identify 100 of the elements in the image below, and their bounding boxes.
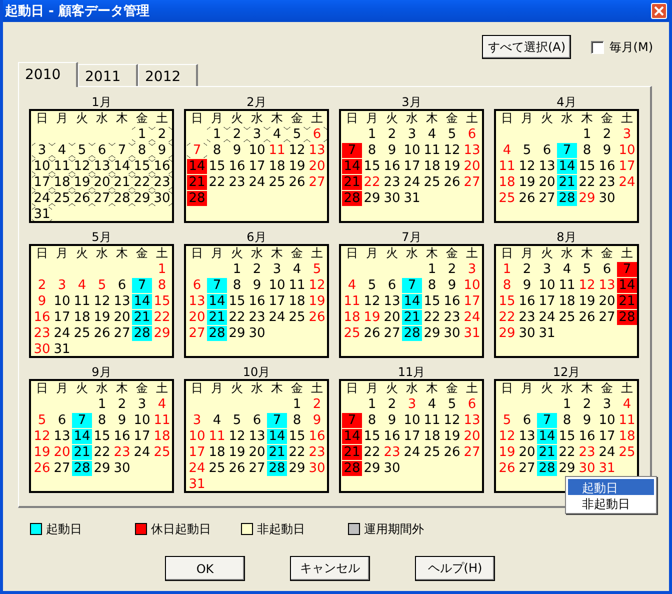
day-cell[interactable]: 1 — [422, 262, 442, 277]
day-cell[interactable]: 18 — [422, 159, 442, 174]
day-cell[interactable]: 29 — [92, 461, 112, 476]
day-cell[interactable]: 12 — [362, 294, 382, 309]
day-cell[interactable]: 9 — [577, 413, 597, 428]
day-cell[interactable]: 28 — [537, 461, 557, 476]
day-cell[interactable]: 3 — [32, 143, 52, 158]
day-cell[interactable]: 22 — [152, 310, 172, 325]
day-cell[interactable]: 12 — [92, 294, 112, 309]
day-cell[interactable]: 10 — [32, 159, 52, 174]
day-cell[interactable]: 17 — [187, 445, 207, 460]
day-cell[interactable]: 10 — [132, 413, 152, 428]
day-cell[interactable]: 15 — [497, 294, 517, 309]
day-cell[interactable]: 22 — [497, 310, 517, 325]
day-cell[interactable]: 1 — [227, 262, 247, 277]
day-cell[interactable]: 2 — [577, 397, 597, 412]
day-cell[interactable]: 4 — [557, 262, 577, 277]
day-cell[interactable]: 1 — [362, 127, 382, 142]
day-cell[interactable]: 31 — [462, 326, 482, 341]
day-cell[interactable]: 2 — [517, 262, 537, 277]
day-cell[interactable]: 23 — [32, 326, 52, 341]
day-cell[interactable]: 20 — [187, 310, 207, 325]
day-cell[interactable]: 7 — [207, 278, 227, 293]
day-cell[interactable]: 16 — [442, 294, 462, 309]
day-cell[interactable]: 15 — [227, 294, 247, 309]
day-cell[interactable]: 16 — [382, 159, 402, 174]
day-cell[interactable]: 18 — [52, 175, 72, 190]
day-cell[interactable]: 25 — [617, 445, 637, 460]
day-cell[interactable]: 26 — [362, 326, 382, 341]
day-cell[interactable]: 5 — [497, 413, 517, 428]
day-cell[interactable]: 8 — [422, 278, 442, 293]
day-cell[interactable]: 6 — [382, 278, 402, 293]
dialog-button[interactable]: キャンセル — [290, 556, 370, 581]
day-cell[interactable]: 28 — [267, 461, 287, 476]
day-cell[interactable]: 12 — [307, 278, 327, 293]
day-cell[interactable]: 31 — [402, 191, 422, 206]
day-cell[interactable]: 7 — [557, 143, 577, 158]
day-cell[interactable]: 20 — [517, 445, 537, 460]
day-cell[interactable]: 5 — [32, 413, 52, 428]
day-cell[interactable]: 23 — [382, 445, 402, 460]
day-cell[interactable]: 27 — [382, 326, 402, 341]
day-cell[interactable]: 1 — [557, 397, 577, 412]
day-cell[interactable]: 7 — [537, 413, 557, 428]
day-cell[interactable]: 10 — [52, 294, 72, 309]
menu-item[interactable]: 非起動日 — [568, 495, 654, 511]
day-cell[interactable]: 3 — [247, 127, 267, 142]
day-cell[interactable]: 4 — [267, 127, 287, 142]
day-cell[interactable]: 15 — [362, 429, 382, 444]
day-cell[interactable]: 3 — [187, 413, 207, 428]
day-cell[interactable]: 14 — [402, 294, 422, 309]
day-cell[interactable]: 21 — [402, 310, 422, 325]
day-cell[interactable]: 17 — [132, 429, 152, 444]
day-cell[interactable]: 4 — [152, 397, 172, 412]
day-cell[interactable]: 28 — [342, 191, 362, 206]
day-cell[interactable]: 13 — [462, 143, 482, 158]
day-cell[interactable]: 5 — [307, 262, 327, 277]
day-cell[interactable]: 1 — [497, 262, 517, 277]
day-cell[interactable]: 29 — [577, 191, 597, 206]
day-cell[interactable]: 12 — [32, 429, 52, 444]
day-cell[interactable]: 21 — [342, 445, 362, 460]
day-cell[interactable]: 25 — [267, 175, 287, 190]
day-cell[interactable]: 6 — [52, 413, 72, 428]
day-cell[interactable]: 31 — [597, 461, 617, 476]
day-cell[interactable]: 26 — [577, 310, 597, 325]
day-cell[interactable]: 5 — [287, 127, 307, 142]
day-cell[interactable]: 21 — [72, 445, 92, 460]
day-cell[interactable]: 1 — [287, 397, 307, 412]
day-cell[interactable]: 29 — [227, 326, 247, 341]
day-cell[interactable]: 20 — [537, 175, 557, 190]
day-cell[interactable]: 15 — [92, 429, 112, 444]
day-cell[interactable]: 20 — [462, 159, 482, 174]
day-cell[interactable]: 2 — [247, 262, 267, 277]
day-cell[interactable]: 9 — [597, 143, 617, 158]
day-cell[interactable]: 2 — [307, 397, 327, 412]
day-cell[interactable]: 29 — [497, 326, 517, 341]
day-cell[interactable]: 26 — [442, 445, 462, 460]
day-cell[interactable]: 19 — [92, 310, 112, 325]
day-cell[interactable]: 13 — [92, 159, 112, 174]
day-cell[interactable]: 27 — [187, 326, 207, 341]
day-cell[interactable]: 14 — [267, 429, 287, 444]
day-cell[interactable]: 9 — [382, 413, 402, 428]
day-cell[interactable]: 23 — [597, 175, 617, 190]
day-cell[interactable]: 5 — [442, 397, 462, 412]
day-cell[interactable]: 13 — [597, 278, 617, 293]
day-cell[interactable]: 11 — [422, 143, 442, 158]
day-cell[interactable]: 21 — [207, 310, 227, 325]
day-cell[interactable]: 5 — [72, 143, 92, 158]
day-cell[interactable]: 28 — [617, 310, 637, 325]
day-cell[interactable]: 7 — [267, 413, 287, 428]
day-cell[interactable]: 9 — [517, 278, 537, 293]
day-cell[interactable]: 19 — [32, 445, 52, 460]
day-cell[interactable]: 16 — [227, 159, 247, 174]
day-cell[interactable]: 22 — [362, 175, 382, 190]
day-cell[interactable]: 24 — [402, 175, 422, 190]
day-cell[interactable]: 17 — [617, 159, 637, 174]
day-cell[interactable]: 21 — [267, 445, 287, 460]
day-cell[interactable]: 13 — [537, 159, 557, 174]
day-cell[interactable]: 31 — [52, 342, 72, 357]
day-cell[interactable]: 6 — [307, 127, 327, 142]
day-cell[interactable]: 13 — [187, 294, 207, 309]
